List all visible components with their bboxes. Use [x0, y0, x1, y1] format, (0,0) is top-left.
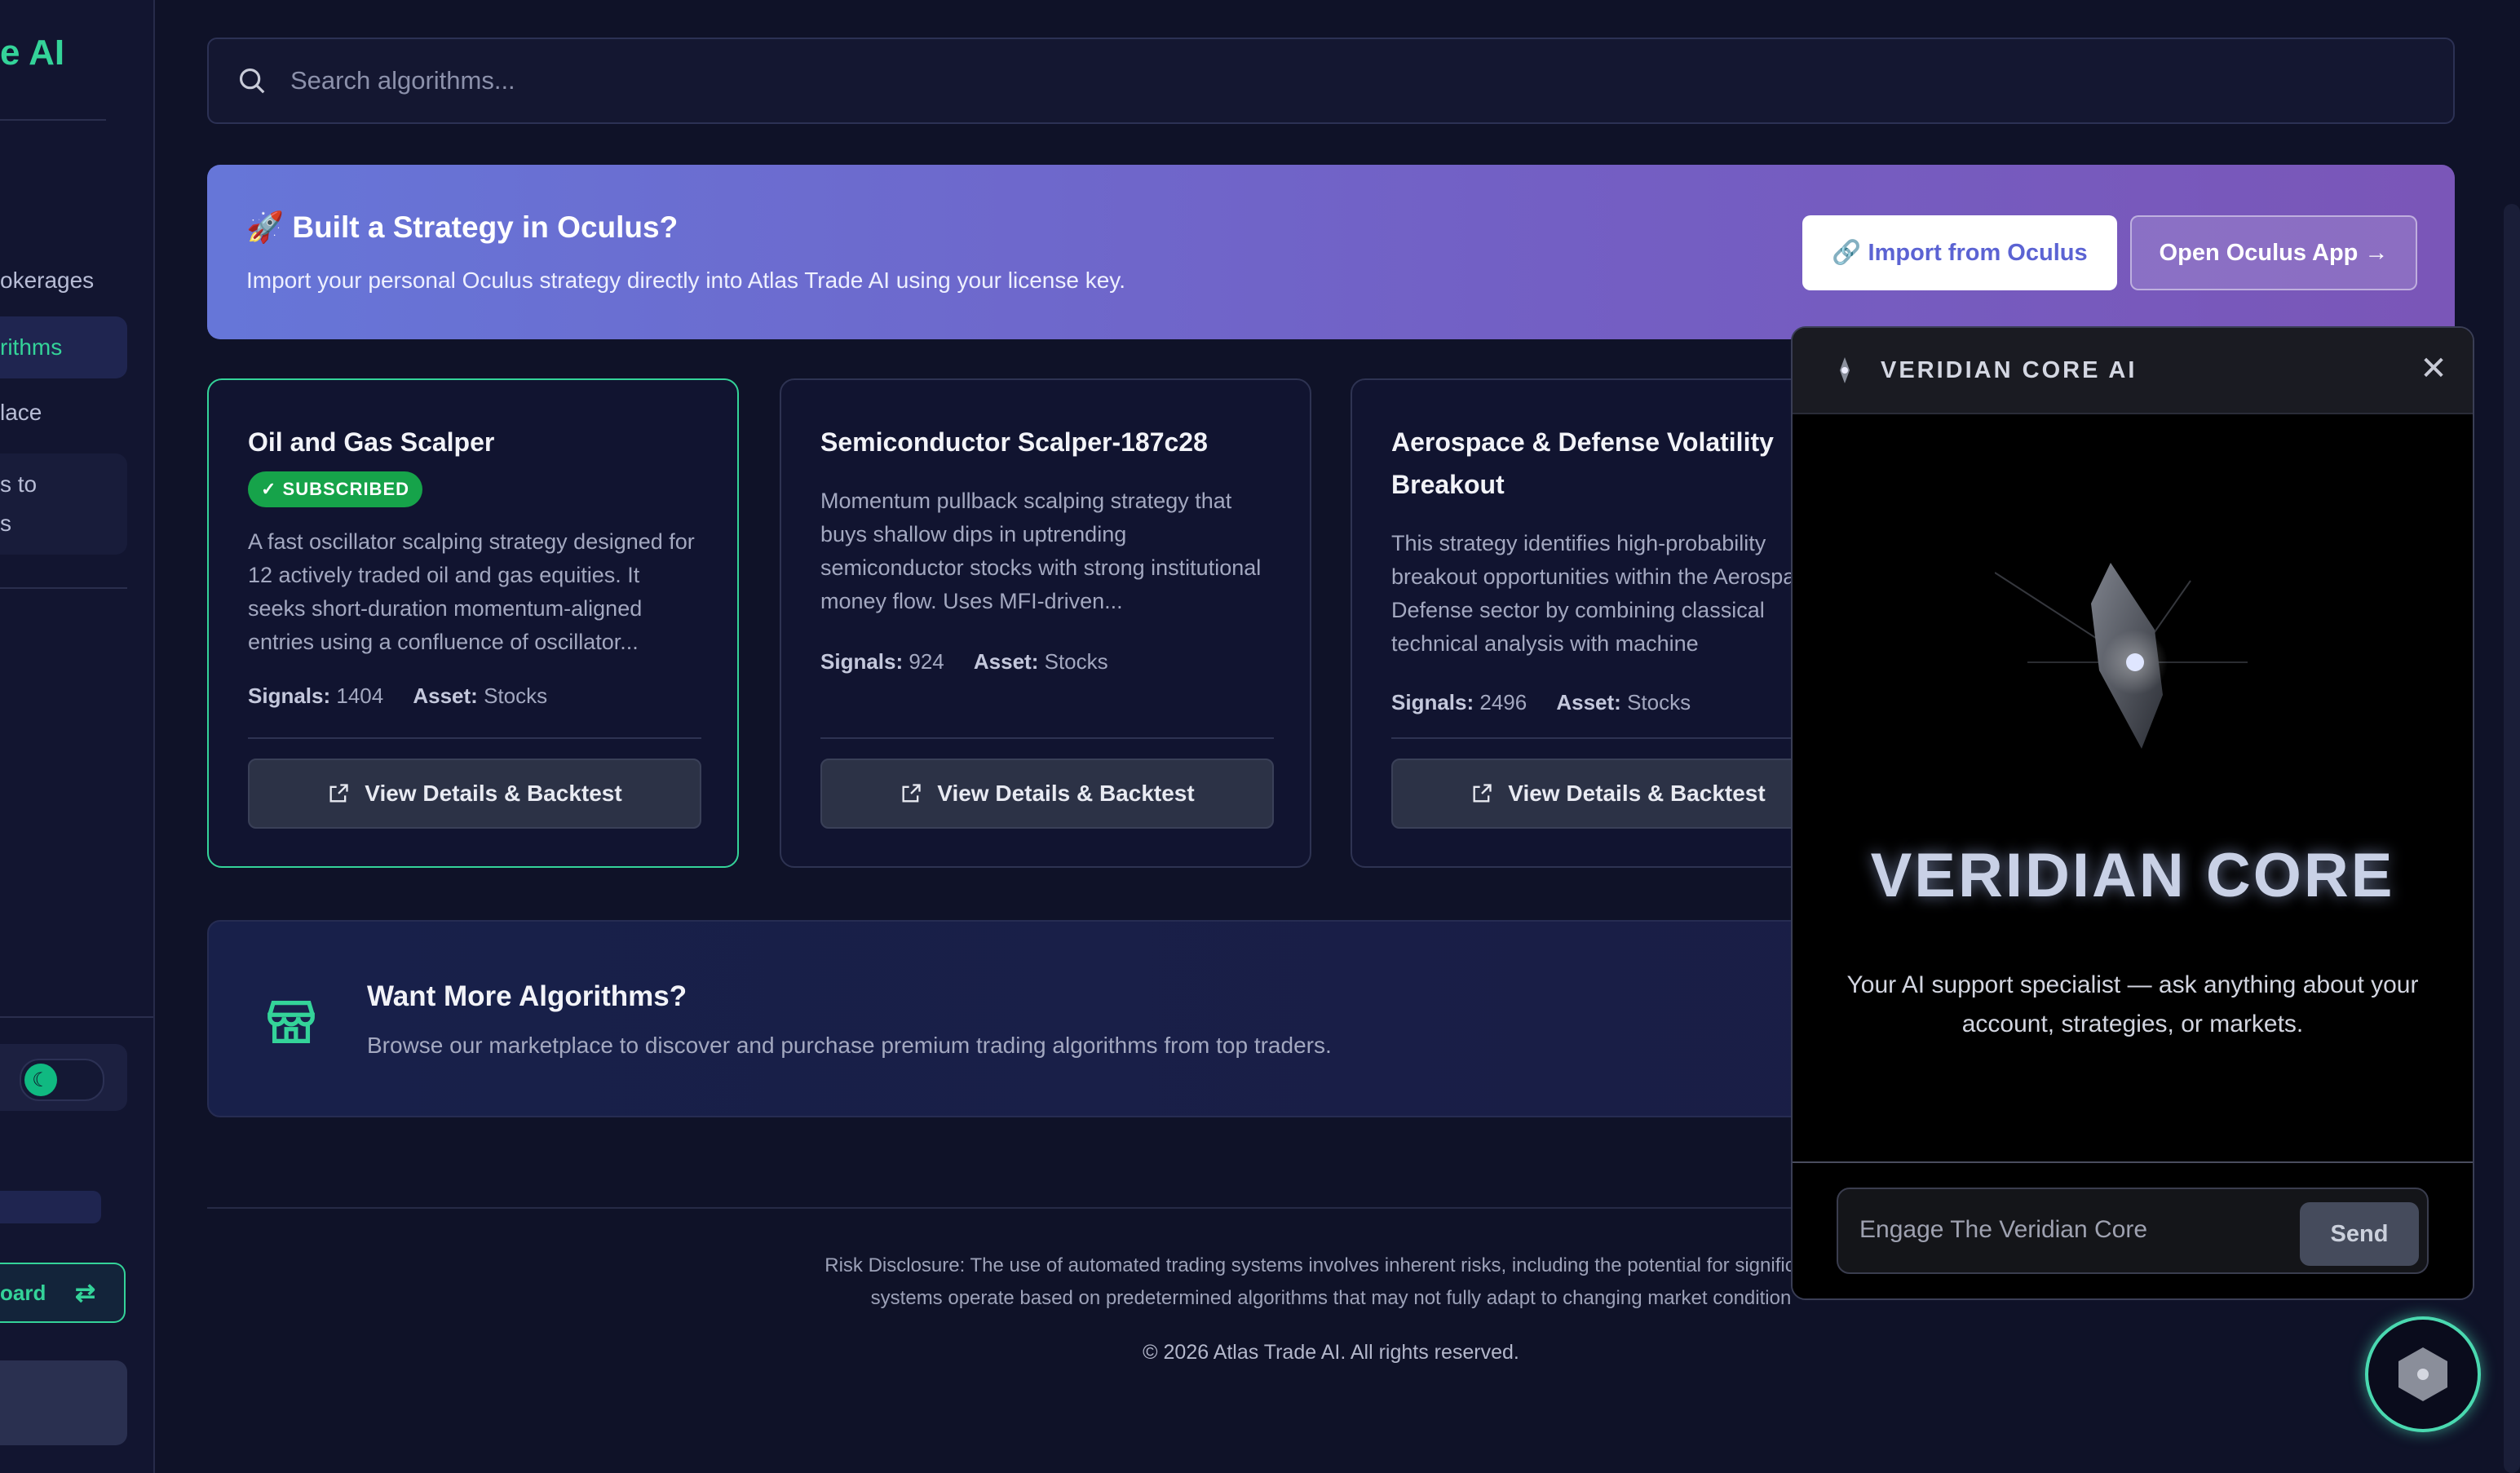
view-details-label: View Details & Backtest: [365, 781, 622, 806]
algorithm-card: Oil and Gas Scalper ✓ SUBSCRIBED A fast …: [207, 378, 739, 868]
scrollbar[interactable]: [2504, 204, 2520, 1473]
signals-value: 1404: [336, 683, 384, 708]
signals-value: 2496: [1479, 690, 1527, 714]
chat-description: Your AI support specialist — ask anythin…: [1846, 971, 2419, 1037]
chat-panel: VERIDIAN CORE AI ✕ VERIDIAN CORE Your AI…: [1791, 326, 2474, 1300]
view-details-button[interactable]: View Details & Backtest: [1391, 759, 1845, 829]
theme-toggle-container: ☾: [0, 1044, 127, 1111]
sidebar-bottom-button[interactable]: [0, 1360, 127, 1445]
sidebar-divider: [0, 119, 106, 121]
banner-subtitle: Import your personal Oculus strategy dir…: [246, 268, 1125, 293]
swap-icon: ⇄: [75, 1279, 96, 1307]
algorithm-card: Semiconductor Scalper-187c28 Momentum pu…: [780, 378, 1311, 868]
card-meta: Signals: 2496 Asset: Stocks: [1391, 690, 1691, 714]
hexagon-icon: [2398, 1347, 2447, 1401]
chat-brand-title: VERIDIAN CORE: [1870, 841, 2395, 910]
promo-subtitle: Browse our marketplace to discover and p…: [367, 1033, 1332, 1058]
crystal-icon: [1840, 357, 1850, 383]
search-input[interactable]: [289, 65, 2453, 96]
switch-dashboard-button[interactable]: oard ⇄: [0, 1263, 126, 1323]
view-details-button[interactable]: View Details & Backtest: [248, 759, 701, 829]
oculus-banner: 🚀 Built a Strategy in Oculus? Import you…: [207, 165, 2455, 339]
view-details-label: View Details & Backtest: [1508, 781, 1766, 806]
view-details-label: View Details & Backtest: [937, 781, 1195, 806]
card-title: Aerospace & Defense Volatility Breakout: [1391, 427, 1774, 499]
sidebar: e AI okerages rithms lace s to s ☾ oard …: [0, 0, 155, 1473]
sidebar-progress: [0, 1191, 101, 1223]
banner-title: 🚀 Built a Strategy in Oculus?: [246, 210, 679, 244]
copyright: © 2026 Atlas Trade AI. All rights reserv…: [1143, 1341, 1519, 1364]
brand-logo-text: e AI: [0, 33, 65, 73]
card-title: Oil and Gas Scalper: [248, 427, 495, 457]
chat-header-title: VERIDIAN CORE AI: [1881, 357, 2138, 383]
search-bar: [207, 38, 2455, 124]
external-link-icon: [1473, 784, 1492, 803]
moon-icon: ☾: [24, 1064, 57, 1096]
sidebar-divider: [0, 587, 127, 589]
sidebar-item-brokerages[interactable]: okerages: [0, 268, 94, 294]
chat-header: VERIDIAN CORE AI ✕: [1793, 328, 2473, 414]
card-meta: Signals: 1404 Asset: Stocks: [248, 683, 548, 708]
card-divider: [1391, 737, 1845, 739]
card-meta: Signals: 924 Asset: Stocks: [820, 649, 1108, 674]
open-oculus-app-button[interactable]: Open Oculus App →: [2130, 215, 2417, 290]
store-icon: [267, 1001, 315, 1043]
external-link-icon: [329, 784, 348, 803]
promo-title: Want More Algorithms?: [367, 980, 687, 1012]
sidebar-item-algorithms[interactable]: rithms: [0, 334, 62, 361]
crystal-art: [1995, 563, 2248, 749]
external-link-icon: [902, 784, 921, 803]
card-description: A fast oscillator scalping strategy desi…: [248, 529, 695, 654]
card-divider: [820, 737, 1274, 739]
asset-value: Stocks: [1044, 649, 1108, 674]
sidebar-item-line1: s to: [0, 471, 38, 497]
subscribed-badge: ✓ SUBSCRIBED: [248, 471, 423, 507]
signals-value: 924: [909, 649, 944, 674]
sidebar-divider: [0, 1016, 153, 1018]
asset-value: Stocks: [484, 683, 548, 708]
close-icon[interactable]: ✕: [2417, 352, 2450, 385]
asset-value: Stocks: [1627, 690, 1691, 714]
chat-input[interactable]: [1858, 1209, 2269, 1251]
card-title: Semiconductor Scalper-187c28: [820, 427, 1208, 457]
chat-input-box: Send: [1837, 1188, 2429, 1274]
theme-toggle[interactable]: ☾: [20, 1059, 104, 1101]
dashboard-label: oard: [0, 1280, 46, 1305]
view-details-button[interactable]: View Details & Backtest: [820, 759, 1274, 829]
card-description: This strategy identifies high-probabilit…: [1391, 531, 1840, 656]
card-divider: [248, 737, 701, 739]
sidebar-item-line2: s: [0, 511, 11, 536]
sidebar-item-box[interactable]: [0, 453, 127, 555]
import-from-oculus-button[interactable]: 🔗 Import from Oculus: [1802, 215, 2117, 290]
search-icon: [239, 68, 265, 94]
send-button[interactable]: Send: [2300, 1202, 2419, 1266]
card-description: Momentum pullback scalping strategy that…: [820, 489, 1262, 613]
chat-footer: Send: [1793, 1161, 2473, 1298]
sidebar-item-marketplace[interactable]: lace: [0, 400, 42, 426]
chat-launcher-button[interactable]: [2365, 1316, 2481, 1432]
